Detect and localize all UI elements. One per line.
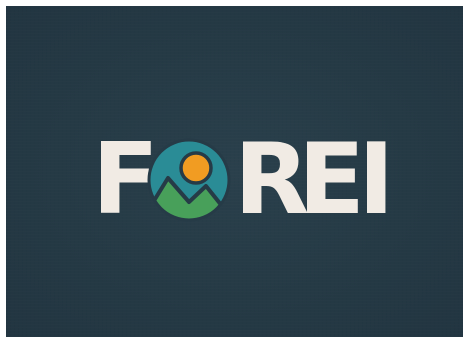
sun-icon (179, 151, 213, 185)
logo-canvas: F O R E I (6, 6, 463, 337)
forei-logo: F O R E I (92, 123, 394, 237)
logo-letter-e: E (298, 123, 365, 237)
logo-letter-i: I (358, 123, 394, 237)
